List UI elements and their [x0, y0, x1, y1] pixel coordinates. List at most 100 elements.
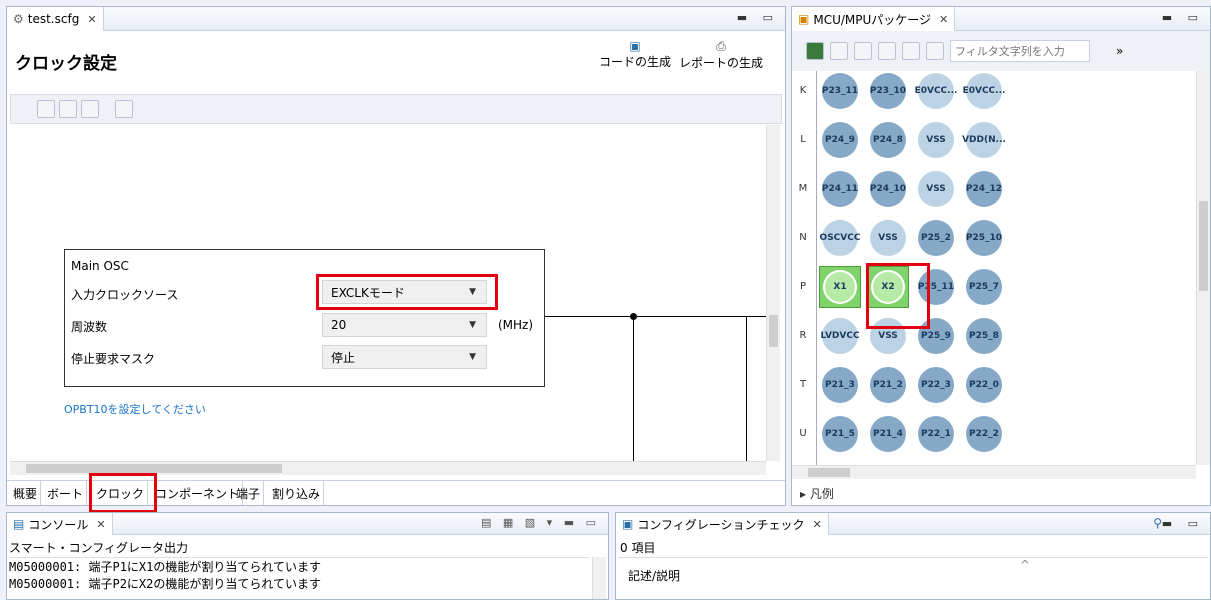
pin-lvdvcc[interactable]: LVDVCC	[820, 318, 860, 354]
mcu-toolbar: »	[792, 31, 1210, 71]
toolbar-icon-4[interactable]	[115, 100, 133, 118]
pin-label: P23_11	[821, 86, 859, 96]
toolbar-icon-3[interactable]	[81, 100, 99, 118]
zoom-in-icon[interactable]	[854, 42, 872, 60]
generate-report-button[interactable]: ⎙ レポートの生成	[679, 39, 763, 71]
pin-p24-8[interactable]: P24_8	[870, 122, 906, 158]
pin-p21-3[interactable]: P21_3	[822, 367, 858, 403]
pin-p24-10[interactable]: P24_10	[870, 171, 906, 207]
pin-label: VSS	[878, 233, 898, 243]
scroll-thumb[interactable]	[808, 468, 850, 477]
stop-mask-select[interactable]: 停止 ▼	[322, 345, 487, 369]
frequency-select[interactable]: 20 ▼	[322, 313, 487, 337]
zoom-out-icon[interactable]	[878, 42, 896, 60]
toolbar-icon-1[interactable]	[37, 100, 55, 118]
tab-test-scfg[interactable]: ⚙ test.scfg ✕	[7, 7, 104, 31]
doc-icon[interactable]	[926, 42, 944, 60]
pin-label: P22_3	[921, 380, 951, 390]
wire-horizontal	[544, 316, 766, 317]
frequency-unit: (MHz)	[498, 318, 534, 332]
pin-vss[interactable]: VSS	[918, 122, 954, 158]
tab-config-check[interactable]: ▣ コンフィグレーションチェック ✕	[616, 513, 829, 535]
generate-code-button[interactable]: ▣ コードの生成	[599, 39, 671, 70]
tab-board[interactable]: ボート	[44, 481, 88, 505]
close-icon[interactable]: ✕	[939, 13, 948, 26]
tab-mcu-package[interactable]: ▣ MCU/MPUパッケージ ✕	[792, 7, 956, 31]
pin-p21-2[interactable]: P21_2	[870, 367, 906, 403]
pin-p22-1[interactable]: P22_1	[918, 416, 954, 452]
tab-interrupt[interactable]: 割り込み	[269, 481, 325, 505]
pin-grid: K P23_11 P23_10 E0VCC... E0VCC... L P24_9 P24_8…	[792, 71, 1196, 465]
console-line: M05000001: 端子P1にX1の機能が割り当てられています	[9, 560, 322, 574]
config-table-header[interactable]: 記述/説明 ^	[618, 557, 1208, 585]
pin-oscvcc[interactable]: OSCVCC	[820, 220, 860, 256]
pin-p23-11[interactable]: P23_11	[822, 73, 858, 109]
opbt10-link[interactable]: OPBT10を設定してください	[64, 401, 206, 417]
pin-label: P24_10	[869, 184, 907, 194]
tab-label: コンソール	[28, 517, 89, 532]
pin-p25-7[interactable]: P25_7	[966, 269, 1002, 305]
view-icon[interactable]	[830, 42, 848, 60]
pin-x1[interactable]: X1	[819, 266, 861, 308]
main-osc-title: Main OSC	[71, 259, 129, 273]
tab-overview[interactable]: 概要	[10, 481, 42, 505]
pin-p25-2[interactable]: P25_2	[918, 220, 954, 256]
pin-row-label: N	[799, 232, 807, 243]
pin-label: P25_8	[969, 331, 999, 341]
console-line: M05000001: 端子P2にX2の機能が割り当てられています	[9, 577, 322, 591]
overflow-icon[interactable]: »	[1116, 44, 1123, 58]
tab-console[interactable]: ▤ コンソール ✕	[7, 513, 113, 535]
close-icon[interactable]: ✕	[87, 13, 96, 26]
filter-icon[interactable]: ⚲	[1153, 516, 1162, 530]
legend-toggle[interactable]: ▸ 凡例	[800, 485, 834, 502]
chip-icon: ▣	[798, 12, 810, 26]
wire-vertical-2	[746, 316, 747, 461]
scroll-thumb[interactable]	[1199, 201, 1208, 291]
generate-report-label: レポートの生成	[679, 56, 764, 70]
pin-vdd-n-[interactable]: VDD(N...	[962, 122, 1006, 158]
pin-p24-12[interactable]: P24_12	[966, 171, 1002, 207]
console-vertical-scrollbar[interactable]	[592, 557, 606, 599]
window-buttons[interactable]: ▬ ▭	[1162, 11, 1204, 24]
mcu-vertical-scrollbar[interactable]	[1196, 71, 1210, 465]
generate-code-icon: ▣	[629, 39, 641, 53]
close-icon[interactable]: ✕	[813, 518, 822, 531]
pin-p22-0[interactable]: P22_0	[966, 367, 1002, 403]
pin-label: P21_5	[825, 429, 855, 439]
pin-p21-5[interactable]: P21_5	[822, 416, 858, 452]
tab-component[interactable]: コンポーネント	[152, 481, 244, 505]
pin-p25-10[interactable]: P25_10	[966, 220, 1002, 256]
pin-p22-3[interactable]: P22_3	[918, 367, 954, 403]
pin-p22-2[interactable]: P22_2	[966, 416, 1002, 452]
console-toolbar[interactable]: ▤ ▦ ▧ ▾ ▬ ▭	[481, 516, 600, 529]
input-source-label: 入力クロックソース	[71, 288, 179, 302]
highlight-clock-tab	[89, 473, 157, 513]
mcu-horizontal-scrollbar[interactable]	[792, 465, 1196, 479]
editor-vertical-scrollbar[interactable]	[766, 125, 780, 461]
pin-p23-10[interactable]: P23_10	[870, 73, 906, 109]
pin-label: P22_0	[969, 380, 999, 390]
pin-p24-11[interactable]: P24_11	[822, 171, 858, 207]
toolbar-icon-2[interactable]	[59, 100, 77, 118]
frequency-label: 周波数	[71, 320, 108, 334]
doc-icon[interactable]	[902, 42, 920, 60]
pin-p24-9[interactable]: P24_9	[822, 122, 858, 158]
pin-row-label: U	[799, 428, 807, 439]
pin-e0vcc-[interactable]: E0VCC...	[915, 73, 957, 109]
window-buttons[interactable]: ▬ ▭	[1162, 517, 1204, 530]
editor-tabbar: ⚙ test.scfg ✕ ▬ ▭	[7, 7, 785, 31]
tab-terminal[interactable]: 端子	[233, 481, 265, 505]
pin-e0vcc-[interactable]: E0VCC...	[963, 73, 1005, 109]
scroll-thumb[interactable]	[26, 464, 282, 473]
close-icon[interactable]: ✕	[96, 518, 105, 531]
pin-p21-4[interactable]: P21_4	[870, 416, 906, 452]
save-icon[interactable]	[806, 42, 824, 60]
scroll-thumb[interactable]	[769, 315, 778, 347]
window-buttons[interactable]: ▬ ▭	[737, 11, 779, 24]
pin-vss[interactable]: VSS	[918, 171, 954, 207]
pin-row-label: R	[799, 330, 807, 341]
filter-input[interactable]	[950, 40, 1090, 62]
pin-label: P21_3	[825, 380, 855, 390]
pin-vss[interactable]: VSS	[870, 220, 906, 256]
pin-p25-8[interactable]: P25_8	[966, 318, 1002, 354]
